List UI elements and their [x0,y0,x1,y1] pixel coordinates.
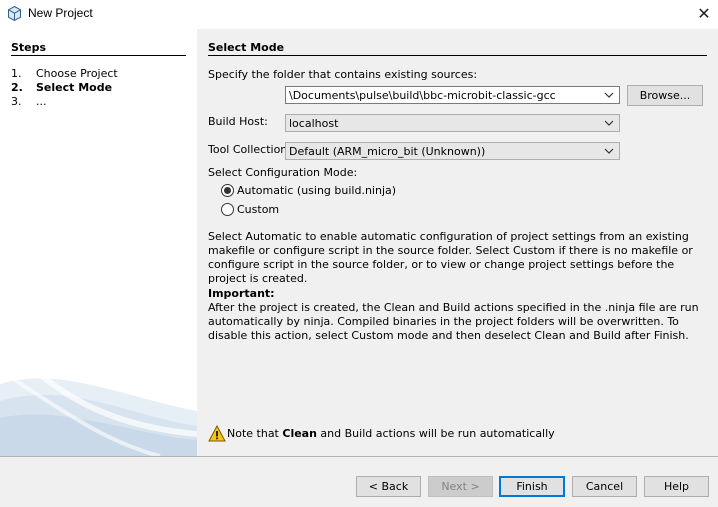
tool-collection-select[interactable]: Default (ARM_micro_bit (Unknown)) [285,142,620,160]
chevron-down-icon[interactable] [601,87,617,103]
step-item: 3.... [11,95,118,109]
window-title: New Project [28,6,93,20]
radio-automatic[interactable]: Automatic (using build.ninja) [221,183,441,199]
step-item-current: 2. Select Mode [11,81,118,95]
button-bar: < Back Next > Finish Cancel Help [0,457,718,507]
warning-bold: Clean [282,427,317,440]
close-button[interactable]: ✕ [690,0,718,28]
steps-divider [11,55,186,56]
build-host-select[interactable]: localhost [285,114,620,132]
radio-custom-button[interactable] [221,203,234,216]
chevron-down-icon[interactable] [601,143,617,159]
step-label: Select Mode [36,81,113,94]
steps-heading: Steps [11,41,47,54]
netbeans-cube-icon [8,6,21,21]
radio-custom-label[interactable]: Custom [237,202,279,218]
step-label: Choose Project [36,67,118,80]
config-mode-label: Select Configuration Mode: [208,166,358,179]
step-item: 1. Choose Project [11,67,118,81]
important-text: After the project is created, the Clean … [208,301,699,342]
mode-description: Select Automatic to enable automatic con… [208,230,693,285]
important-heading: Important: [208,287,275,300]
title-bar: New Project ✕ [0,0,718,28]
warning-triangle-icon [208,425,226,442]
build-host-value: localhost [289,117,339,130]
chevron-down-icon[interactable] [601,115,617,131]
step-label: ... [36,95,47,108]
close-icon: ✕ [697,4,711,23]
tool-collection-label: Tool Collection: [208,143,291,156]
radio-automatic-button[interactable] [221,184,234,197]
page-title: Select Mode [208,41,285,54]
step-number: 1. [11,67,22,80]
browse-button[interactable]: Browse... [627,85,703,106]
finish-button[interactable]: Finish [499,476,565,497]
cancel-button[interactable]: Cancel [572,476,637,497]
radio-custom[interactable]: Custom [221,202,341,218]
tool-collection-value: Default (ARM_micro_bit (Unknown)) [289,145,486,158]
title-divider [208,55,707,56]
folder-input[interactable]: \Documents\pulse\build\bbc-microbit-clas… [289,88,601,103]
warning-prefix: Note that [227,427,283,440]
warning-text: Note that Clean and Build actions will b… [227,425,555,443]
step-number: 2. [11,81,23,94]
steps-list: 1. Choose Project 2. Select Mode 3.... [11,67,118,109]
step-number: 3. [11,95,22,108]
next-button[interactable]: Next > [428,476,493,497]
folder-label: Specify the folder that contains existin… [208,68,478,81]
content-panel: Select Mode Specify the folder that cont… [197,29,718,456]
folder-combo[interactable]: \Documents\pulse\build\bbc-microbit-clas… [285,86,620,104]
back-button[interactable]: < Back [356,476,421,497]
build-host-label: Build Host: [208,115,268,128]
warning-suffix: and Build actions will be run automatica… [316,427,555,440]
help-button[interactable]: Help [644,476,709,497]
decorative-swoosh [0,356,197,456]
steps-panel: Steps 1. Choose Project 2. Select Mode 3..… [0,29,197,456]
radio-automatic-label[interactable]: Automatic (using build.ninja) [237,183,396,199]
